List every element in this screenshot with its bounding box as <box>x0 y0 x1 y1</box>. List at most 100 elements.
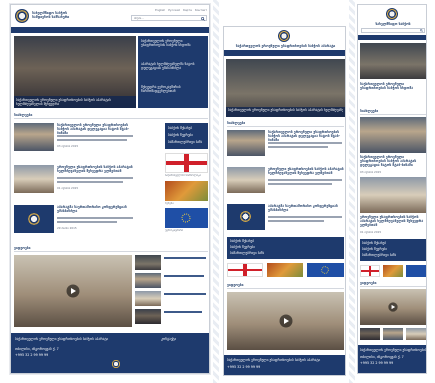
search-icon[interactable] <box>201 16 205 21</box>
tablet-news-title: სიახლეები <box>227 121 246 125</box>
mockup-separator <box>213 0 219 383</box>
news-excerpt-line <box>268 179 342 181</box>
mobile-quick-link-1[interactable]: საბჭოს შესახებ <box>362 241 386 245</box>
news-excerpt-line <box>268 183 332 185</box>
footer-title: საქართველოს ეროვნული უსაფრთხოების საბჭოს… <box>15 337 109 341</box>
seal-emblem-icon <box>27 212 41 226</box>
tablet-news-thumb-3[interactable] <box>227 204 265 230</box>
news-thumb-3[interactable] <box>14 205 54 233</box>
tablet-header-title: საქართველოს ეროვნული უსაფრთხოების საბჭოს… <box>235 44 336 48</box>
mobile-news-thumb-2[interactable] <box>360 177 426 213</box>
news-excerpt-line <box>57 217 133 219</box>
tablet-news-title-1[interactable]: საქართველოს ეროვნული უსაფრთხოების საბჭოს… <box>268 130 344 142</box>
tablet-banner-eu[interactable] <box>307 263 344 277</box>
hero-image[interactable]: საქართველოს ეროვნული უსაფრთხოების საბჭოს… <box>14 36 136 108</box>
mobile-quick-link-3[interactable]: სამართლებრივი ბაზა <box>362 253 396 257</box>
tablet-news-thumb-1[interactable] <box>227 130 265 156</box>
tablet-quick-link-1[interactable]: საბჭოს შესახებ <box>230 239 254 243</box>
search-icon[interactable] <box>420 29 423 32</box>
mobile-banner-eu[interactable] <box>406 265 426 277</box>
mobile-header-title: სახელმწიფო საბჭოს <box>375 22 411 26</box>
mobile-quick-links: საბჭოს შესახებ საბჭოს წევრები სამართლებრ… <box>360 239 426 261</box>
video-thumb[interactable] <box>135 291 161 306</box>
news-excerpt-line <box>268 220 324 222</box>
banner-georgia-flag[interactable] <box>165 153 208 173</box>
mobile-nav-bar[interactable] <box>358 35 426 40</box>
news-thumb-2[interactable] <box>14 165 54 193</box>
tablet-news-title-3[interactable]: აპარატმა საერთაშორისო კონფერენციას უმასპ… <box>268 204 344 212</box>
tablet-news-title-2[interactable]: ეროვნული უსაფრთხოების საბჭოს აპარატის ხე… <box>268 167 344 175</box>
news-date-3: 29 მაისი 2015 <box>57 227 77 230</box>
banner-eu[interactable] <box>165 208 208 228</box>
news-excerpt-line <box>268 142 342 144</box>
header-link-contact[interactable]: Контакт <box>195 9 207 13</box>
banner-label-1: საქართველოს სიმბოლიკა <box>165 174 201 177</box>
desktop-mockup: სახელმწიფო საბჭოს სამდივნოს სამსახური En… <box>10 4 210 374</box>
video-thumb[interactable] <box>135 309 161 324</box>
mobile-hero-caption[interactable]: საქართველოს ეროვნული უსაფრთხოების საბჭოს… <box>360 82 426 90</box>
video-title-line <box>164 257 206 259</box>
site-title-line2: სამდივნოს სამსახური <box>32 15 70 19</box>
banner-nature[interactable] <box>165 181 208 201</box>
header-link-english[interactable]: English <box>155 9 165 13</box>
header-links: English Русский Карта Контакт <box>131 9 207 13</box>
mobile-search-input[interactable] <box>361 28 425 33</box>
tablet-footer: საქართველოს ეროვნული უსაფრთხოების საბჭოს… <box>224 355 345 375</box>
tablet-hero-image[interactable]: საქართველოს ეროვნული უსაფრთხოების საბჭოს… <box>226 59 345 117</box>
divider <box>360 286 426 287</box>
video-player[interactable] <box>14 255 132 327</box>
tablet-footer-phone: +995 32 2 99 99 99 <box>227 365 261 369</box>
side-news-title-2[interactable]: აპარატის ხელმძღვანელმა ნატოს დელეგაციას … <box>141 62 205 70</box>
header-link-map[interactable]: Карта <box>183 9 192 13</box>
play-icon[interactable] <box>279 314 293 328</box>
mobile-quick-link-2[interactable]: საბჭოს წევრები <box>362 247 387 251</box>
mobile-news-thumb-1[interactable] <box>360 117 426 153</box>
video-thumb[interactable] <box>135 273 161 288</box>
mobile-news-title-2[interactable]: ეროვნული უსაფრთხოების საბჭოს აპარატის ხე… <box>360 215 426 227</box>
video-thumb[interactable] <box>135 255 161 270</box>
search-input[interactable]: ძიება... <box>131 15 207 21</box>
tablet-video-player[interactable] <box>227 292 344 350</box>
main-nav: მთავარი საბჭოს შესახებ სიახლეები ოფიციალ… <box>11 27 209 42</box>
footer-phone: +995 32 2 99 99 99 <box>15 353 49 357</box>
header-link-russian[interactable]: Русский <box>168 9 180 13</box>
footer-contact-label[interactable]: კონტაქტი <box>161 337 176 341</box>
mobile-news-title-1[interactable]: საქართველოს ეროვნული უსაფრთხოების საბჭოს… <box>360 155 426 167</box>
tablet-quick-link-3[interactable]: სამართლებრივი ბაზა <box>230 251 264 255</box>
quick-link-1[interactable]: საბჭოს შესახებ <box>168 126 192 130</box>
play-icon[interactable] <box>388 302 398 312</box>
play-icon[interactable] <box>66 284 80 298</box>
video-thumb[interactable] <box>383 328 403 340</box>
mobile-news-title: სიახლეები <box>360 109 379 113</box>
tablet-quick-link-2[interactable]: საბჭოს წევრები <box>230 245 255 249</box>
news-date-1: 03 ივნისი 2015 <box>57 145 79 148</box>
news-title-1[interactable]: საქართველოს ეროვნული უსაფრთხოების საბჭოს… <box>57 123 135 135</box>
mobile-video-player[interactable] <box>360 289 426 325</box>
mockup-separator <box>349 0 355 383</box>
tablet-banner-flag[interactable] <box>227 263 263 277</box>
news-excerpt-line <box>57 221 117 223</box>
news-title-3[interactable]: აპარატმა საერთაშორისო კონფერენციას უმასპ… <box>57 205 135 213</box>
seal-emblem-icon <box>239 210 252 223</box>
mobile-hero-image[interactable] <box>360 43 426 79</box>
hero-side-news: საქართველოს ეროვნული უსაფრთხოების საბჭოს… <box>138 36 208 108</box>
mobile-banner-flag[interactable] <box>360 265 380 277</box>
news-title-2[interactable]: ეროვნული უსაფრთხოების საბჭოს აპარატის ხე… <box>57 165 135 173</box>
hero-caption-bar: საქართველოს ეროვნული უსაფრთხოების საბჭოს… <box>14 96 136 108</box>
quick-link-3[interactable]: სამართლებრივი ბაზა <box>168 140 202 144</box>
divider <box>227 126 344 127</box>
news-thumb-1[interactable] <box>14 123 54 151</box>
tablet-banner-nature[interactable] <box>267 263 303 277</box>
mobile-banner-nature[interactable] <box>383 265 403 277</box>
tablet-news-thumb-2[interactable] <box>227 167 265 193</box>
news-excerpt-line <box>57 181 123 183</box>
hero-caption-bar: საქართველოს ეროვნული უსაფრთხოების საბჭოს… <box>226 107 345 117</box>
quick-link-2[interactable]: საბჭოს წევრები <box>168 133 193 137</box>
video-thumb[interactable] <box>406 328 426 340</box>
mobile-news-date-1: 03 ივნისი 2015 <box>360 171 382 174</box>
video-title-line <box>164 275 204 277</box>
side-news-title-1[interactable]: საქართველოს ეროვნული უსაფრთხოების საბჭოს… <box>141 39 205 47</box>
site-footer: საქართველოს ეროვნული უსაფრთხოების საბჭოს… <box>11 333 209 373</box>
side-news-title-3[interactable]: შეხვედრა ევროკავშირის წარმომადგენლებთან <box>141 85 205 93</box>
video-thumb[interactable] <box>360 328 380 340</box>
